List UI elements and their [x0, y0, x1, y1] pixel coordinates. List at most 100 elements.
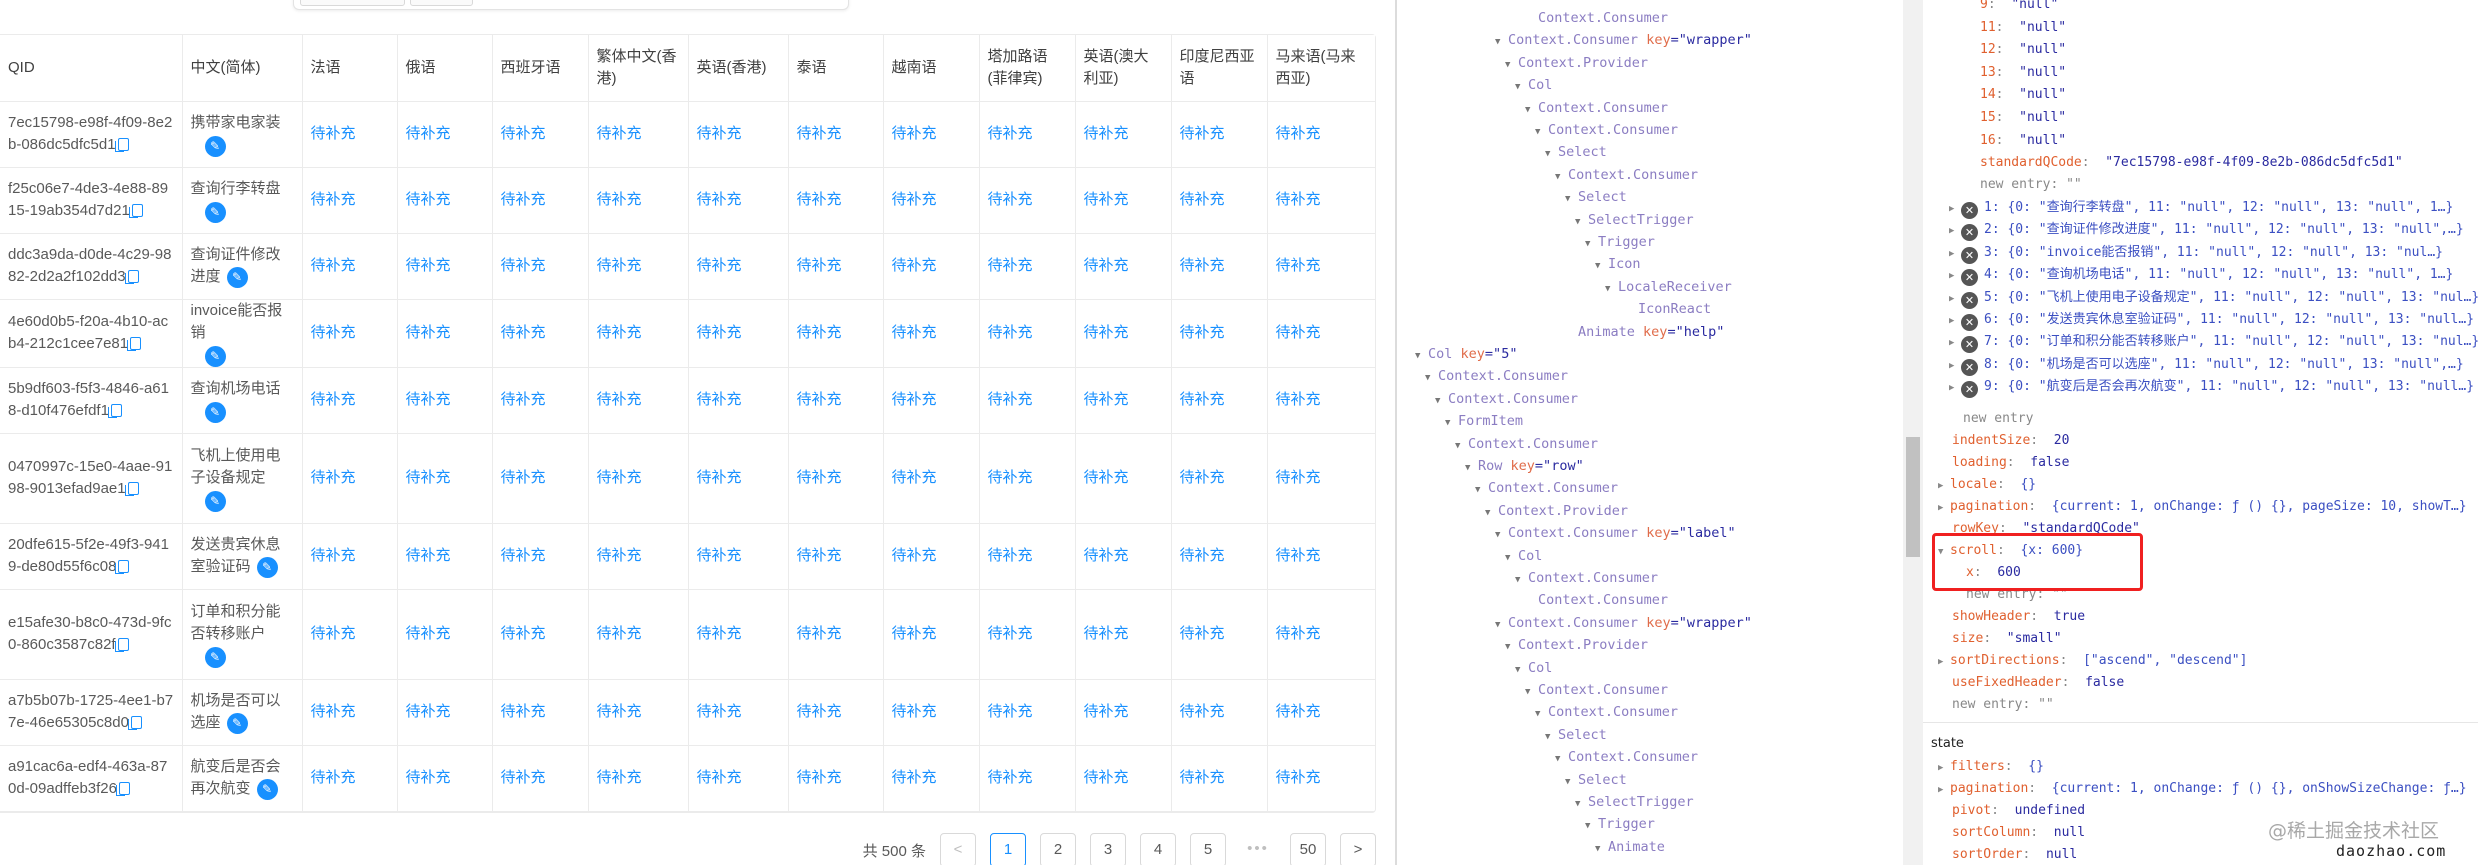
pending-translation-link[interactable]: 待补充 [979, 367, 1076, 434]
copy-icon[interactable] [114, 638, 129, 652]
pending-translation-link[interactable]: 待补充 [397, 167, 493, 234]
collapse-arrow-icon[interactable]: ▼ [1425, 367, 1433, 389]
edit-icon[interactable]: ✎ [204, 345, 226, 367]
pending-translation-link[interactable]: 待补充 [1075, 167, 1172, 234]
tree-node[interactable]: ▼ Context.Consumer [1535, 119, 1678, 141]
pending-translation-link[interactable]: 待补充 [302, 233, 398, 300]
pending-translation-link[interactable]: 待补充 [688, 433, 789, 524]
pending-translation-link[interactable]: 待补充 [1267, 367, 1375, 434]
pending-translation-link[interactable]: 待补充 [788, 433, 884, 524]
pending-translation-link[interactable]: 待补充 [492, 101, 589, 168]
pending-translation-link[interactable]: 待补充 [788, 523, 884, 590]
expand-arrow-icon[interactable]: ▶ [1949, 355, 1961, 377]
pending-translation-link[interactable]: 待补充 [302, 299, 398, 368]
pending-translation-link[interactable]: 待补充 [588, 167, 689, 234]
edit-icon[interactable]: ✎ [226, 266, 248, 288]
pending-translation-link[interactable]: 待补充 [788, 367, 884, 434]
collapse-arrow-icon[interactable]: ▼ [1575, 793, 1583, 815]
tree-node[interactable]: ▼ Trigger [1585, 813, 1655, 835]
tree-node[interactable]: Animate key="help" [1565, 321, 1724, 343]
collapse-arrow-icon[interactable]: ▼ [1505, 54, 1513, 76]
tree-node[interactable]: ▼ Context.Consumer key="wrapper" [1495, 612, 1752, 634]
expand-arrow-icon[interactable]: ▶ [1938, 757, 1950, 779]
tree-node[interactable]: ▼ SelectTrigger [1575, 791, 1694, 813]
pending-translation-link[interactable]: 待补充 [492, 299, 589, 368]
pending-translation-link[interactable]: 待补充 [1075, 745, 1172, 812]
pending-translation-link[interactable]: 待补充 [979, 523, 1076, 590]
collapse-arrow-icon[interactable]: ▼ [1575, 211, 1583, 233]
collapse-arrow-icon[interactable]: ▼ [1415, 345, 1423, 367]
pending-translation-link[interactable]: 待补充 [883, 433, 980, 524]
pending-translation-link[interactable]: 待补充 [492, 233, 589, 300]
pending-translation-link[interactable]: 待补充 [883, 299, 980, 368]
pending-translation-link[interactable]: 待补充 [588, 433, 689, 524]
pending-translation-link[interactable]: 待补充 [1171, 745, 1268, 812]
edit-icon[interactable]: ✎ [204, 135, 226, 157]
pending-translation-link[interactable]: 待补充 [397, 433, 493, 524]
pending-translation-link[interactable]: 待补充 [302, 433, 398, 524]
pending-translation-link[interactable]: 待补充 [1075, 233, 1172, 300]
tree-node[interactable]: ▼ Col [1515, 74, 1552, 96]
pending-translation-link[interactable]: 待补充 [1171, 433, 1268, 524]
copy-icon[interactable] [124, 270, 139, 284]
pending-translation-link[interactable]: 待补充 [688, 299, 789, 368]
pending-translation-link[interactable]: 待补充 [1267, 433, 1375, 524]
collapse-arrow-icon[interactable]: ▼ [1585, 815, 1593, 837]
prop-pagination[interactable]: ▶ pagination: {current: 1, onChange: ƒ ()… [1938, 496, 2467, 518]
pending-translation-link[interactable]: 待补充 [397, 589, 493, 680]
pagination-prev-button[interactable]: < [940, 833, 976, 865]
collapse-arrow-icon[interactable]: ▼ [1445, 412, 1453, 434]
prop-value[interactable]: true [2054, 609, 2085, 624]
collapse-arrow-icon[interactable]: ▼ [1435, 390, 1443, 412]
copy-icon[interactable] [115, 560, 130, 574]
tree-node[interactable]: ▼ Select [1565, 769, 1627, 791]
pending-translation-link[interactable]: 待补充 [1171, 167, 1268, 234]
pending-translation-link[interactable]: 待补充 [1075, 101, 1172, 168]
state-value[interactable]: undefined [2015, 803, 2085, 818]
tree-node[interactable]: Context.Consumer [1525, 7, 1668, 29]
pending-translation-link[interactable]: 待补充 [688, 589, 789, 680]
collapse-arrow-icon[interactable]: ▼ [1495, 614, 1503, 636]
expand-arrow-icon[interactable]: ▶ [1949, 265, 1961, 287]
prop-sortDirections[interactable]: ▶ sortDirections: ["ascend", "descend"] [1938, 650, 2247, 672]
edit-icon[interactable]: ✎ [256, 778, 278, 800]
pending-translation-link[interactable]: 待补充 [1171, 233, 1268, 300]
pending-translation-link[interactable]: 待补充 [979, 433, 1076, 524]
data-source-item[interactable]: ▶ ✕ 8: {0: "机场是否可以选座", 11: "null", 12: "nu… [1949, 354, 2464, 376]
collapse-arrow-icon[interactable]: ▼ [1455, 435, 1463, 457]
pending-translation-link[interactable]: 待补充 [688, 745, 789, 812]
pending-translation-link[interactable]: 待补充 [1267, 523, 1375, 590]
pending-translation-link[interactable]: 待补充 [1075, 367, 1172, 434]
pending-translation-link[interactable]: 待补充 [1267, 101, 1375, 168]
pending-translation-link[interactable]: 待补充 [979, 167, 1076, 234]
pending-translation-link[interactable]: 待补充 [883, 679, 980, 746]
pending-translation-link[interactable]: 待补充 [688, 101, 789, 168]
tree-node[interactable]: ▼ Context.Consumer [1475, 477, 1618, 499]
collapse-arrow-icon[interactable]: ▼ [1465, 457, 1473, 479]
state-value[interactable]: null [2046, 847, 2077, 862]
pagination-page-3[interactable]: 3 [1090, 833, 1126, 865]
pending-translation-link[interactable]: 待补充 [588, 679, 689, 746]
collapse-arrow-icon[interactable]: ▼ [1545, 726, 1553, 748]
tree-node[interactable]: ▼ Context.Consumer [1425, 365, 1568, 387]
pending-translation-link[interactable]: 待补充 [588, 523, 689, 590]
pending-translation-link[interactable]: 待补充 [588, 745, 689, 812]
collapse-arrow-icon[interactable]: ▼ [1505, 547, 1513, 569]
data-source-item[interactable]: ▶ ✕ 5: {0: "飞机上使用电子设备规定", 11: "null", 12: … [1949, 287, 2478, 309]
pending-translation-link[interactable]: 待补充 [1171, 367, 1268, 434]
pending-translation-link[interactable]: 待补充 [397, 523, 493, 590]
copy-icon[interactable] [116, 782, 130, 796]
pending-translation-link[interactable]: 待补充 [397, 233, 493, 300]
pending-translation-link[interactable]: 待补充 [688, 367, 789, 434]
pending-translation-link[interactable]: 待补充 [492, 167, 589, 234]
pending-translation-link[interactable]: 待补充 [788, 167, 884, 234]
tree-node[interactable]: ▼ Context.Provider [1485, 500, 1628, 522]
collapse-arrow-icon[interactable]: ▼ [1535, 121, 1543, 143]
edit-icon[interactable]: ✎ [204, 490, 226, 512]
pending-translation-link[interactable]: 待补充 [1267, 233, 1375, 300]
tree-node[interactable]: ▼ Icon [1595, 253, 1641, 275]
pending-translation-link[interactable]: 待补充 [979, 299, 1076, 368]
pending-translation-link[interactable]: 待补充 [588, 101, 689, 168]
collapse-arrow-icon[interactable]: ▼ [1515, 569, 1523, 591]
pending-translation-link[interactable]: 待补充 [397, 299, 493, 368]
